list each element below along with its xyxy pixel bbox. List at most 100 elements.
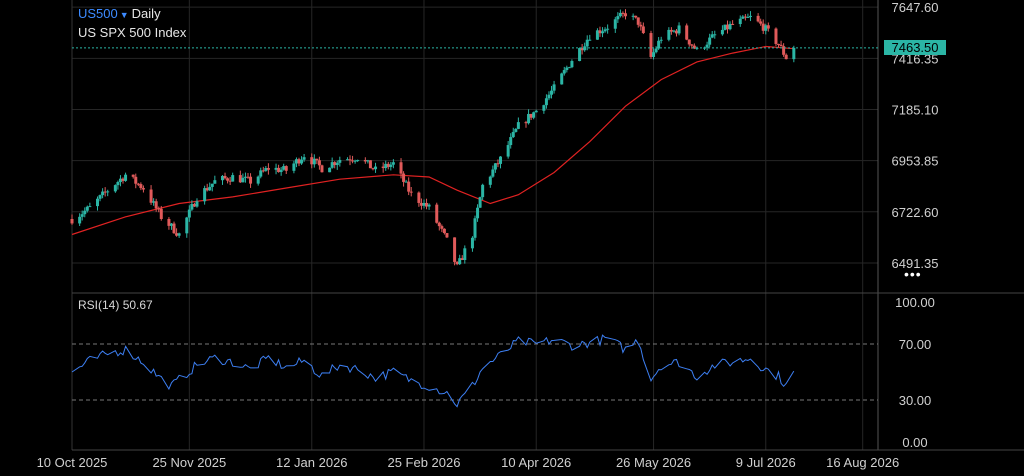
- candle-body: [210, 183, 214, 187]
- candle-body: [261, 170, 265, 172]
- candle-body: [246, 176, 250, 178]
- more-dots-icon[interactable]: •••: [904, 266, 922, 282]
- candle-body: [425, 202, 429, 207]
- rsi-label: RSI(14): [78, 298, 120, 312]
- candle-body: [187, 209, 191, 218]
- candle-body: [157, 208, 161, 210]
- candle-body: [96, 198, 100, 207]
- candle-body: [639, 24, 643, 27]
- symbol-selector[interactable]: US500: [78, 6, 118, 21]
- chart-canvas[interactable]: 10 Oct 2025 25 Nov 2025 12 Jan 2026 25 Feb …: [0, 0, 1024, 471]
- candle-body: [106, 191, 110, 193]
- y-tick-label: 7185.10: [892, 102, 939, 117]
- candle-body: [419, 202, 423, 206]
- chart-header: US500 ▼ Daily US SPX 500 Index: [78, 5, 186, 41]
- candle-body: [192, 204, 196, 207]
- candle-body: [356, 159, 360, 161]
- candle-body: [710, 34, 714, 38]
- x-tick-label: 10 Apr 2026: [501, 455, 571, 470]
- candle-body: [366, 160, 370, 162]
- candle-body: [101, 191, 105, 196]
- candle-body: [70, 219, 74, 224]
- candle-body: [407, 181, 411, 192]
- candle-body: [687, 39, 691, 45]
- candle-body: [636, 17, 640, 25]
- candle-body: [759, 21, 763, 24]
- candle-body: [118, 178, 122, 183]
- candle-body: [445, 233, 449, 238]
- rsi-tick-label: 100.00: [895, 295, 935, 310]
- candle-body: [565, 67, 569, 71]
- candle-body: [746, 16, 750, 18]
- candle-body: [723, 24, 727, 30]
- rsi-value: 50.67: [122, 298, 153, 312]
- candle-body: [588, 39, 592, 41]
- rsi-tick-label: 0.00: [902, 435, 927, 450]
- current-price-badge: 7463.50: [884, 39, 946, 55]
- candle-body: [241, 177, 245, 183]
- x-tick-label: 26 May 2026: [616, 455, 691, 470]
- candle-body: [667, 29, 671, 40]
- candle-body: [302, 157, 306, 160]
- candle-body: [266, 168, 270, 170]
- candle-body: [238, 175, 242, 183]
- candle-body: [315, 158, 319, 161]
- candle-body: [458, 258, 462, 265]
- candle-body: [279, 169, 283, 173]
- candle-body: [328, 167, 332, 173]
- candle-body: [509, 137, 513, 146]
- timeframe-label[interactable]: Daily: [132, 6, 161, 21]
- candle-body: [335, 162, 339, 166]
- candle-body: [386, 163, 390, 167]
- candle-body: [741, 16, 745, 19]
- candle-body: [649, 33, 653, 57]
- candle-body: [731, 23, 735, 25]
- triangle-down-icon[interactable]: ▼: [120, 10, 129, 20]
- candle-body: [720, 29, 724, 35]
- candle-body: [381, 166, 385, 169]
- candle-body: [493, 163, 497, 170]
- candle-body: [131, 174, 135, 177]
- candle-body: [779, 44, 783, 47]
- moving-average-line: [71, 45, 794, 236]
- candle-body: [154, 201, 158, 209]
- candle-body: [621, 12, 625, 14]
- candle-body: [136, 183, 140, 185]
- candle-body: [534, 110, 538, 113]
- candle-body: [167, 218, 171, 226]
- candle-body: [374, 166, 378, 170]
- candle-body: [208, 186, 212, 191]
- candle-body: [488, 176, 492, 185]
- x-tick-label: 12 Jan 2026: [276, 455, 348, 470]
- candle-body: [274, 167, 278, 170]
- grid-layer: [71, 0, 1024, 451]
- candle-body: [185, 217, 189, 234]
- candle-body: [113, 185, 117, 192]
- candle-body: [708, 37, 712, 45]
- candle-body: [527, 113, 531, 124]
- candle-body: [659, 39, 663, 41]
- candle-body: [78, 216, 82, 224]
- candle-body: [402, 173, 406, 182]
- candle-body: [743, 16, 747, 18]
- candle-body: [499, 156, 503, 164]
- candle-body: [616, 16, 620, 20]
- rsi-line: [71, 334, 795, 408]
- candle-body: [422, 202, 426, 206]
- candle-body: [297, 159, 301, 164]
- candle-body: [672, 30, 676, 32]
- candle-body: [116, 182, 120, 186]
- candle-body: [83, 210, 87, 215]
- candle-body: [613, 19, 617, 29]
- candle-body: [460, 258, 464, 260]
- candle-body: [440, 226, 444, 229]
- candle-body: [473, 218, 477, 238]
- candle-body: [792, 47, 796, 60]
- candle-body: [124, 174, 128, 181]
- candle-body: [294, 159, 298, 164]
- candle-body: [348, 159, 352, 161]
- candle-body: [284, 166, 288, 171]
- candle-body: [317, 160, 321, 166]
- candle-body: [159, 208, 163, 219]
- candle-body: [562, 70, 566, 74]
